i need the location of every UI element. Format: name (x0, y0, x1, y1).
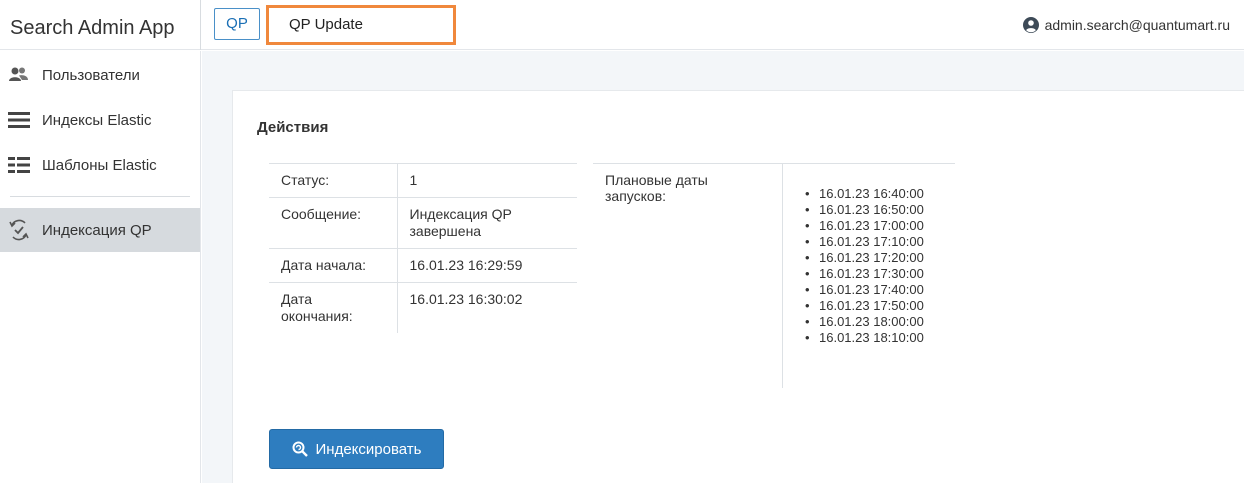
schedule-box: 16.01.23 16:40:00 16.01.23 16:50:00 16.0… (782, 163, 955, 388)
sidebar-item-label: Пользователи (42, 66, 140, 84)
list-item: 16.01.23 17:20:00 (805, 250, 924, 266)
list-item: 16.01.23 17:50:00 (805, 298, 924, 314)
sidebar-item-users[interactable]: Пользователи (0, 53, 200, 97)
list-item: 16.01.23 16:40:00 (805, 186, 924, 202)
sidebar: Пользователи Индексы Elastic Шаблоны Ela… (0, 51, 201, 483)
schedule-list: 16.01.23 16:40:00 16.01.23 16:50:00 16.0… (805, 186, 924, 346)
table-row: Дата начала: 16.01.23 16:29:59 (269, 248, 577, 283)
start-date-key: Дата начала: (269, 248, 398, 283)
index-button-label: Индексировать (315, 440, 422, 458)
status-key: Статус: (269, 163, 398, 198)
status-value: 1 (397, 163, 577, 198)
top-bar: Search Admin App QP QP Update admin.sear… (0, 0, 1244, 50)
status-table: Статус: 1 Сообщение: Индексация QP завер… (269, 163, 577, 333)
table-row: Статус: 1 (269, 163, 577, 198)
search-refresh-icon (292, 441, 308, 457)
list-item: 16.01.23 17:30:00 (805, 266, 924, 282)
sidebar-item-elastic-templates[interactable]: Шаблоны Elastic (0, 143, 200, 187)
user-circle-icon (1022, 17, 1039, 33)
sidebar-item-label: Шаблоны Elastic (42, 156, 157, 174)
end-date-key: Дата окончания: (269, 282, 398, 333)
start-date-value: 16.01.23 16:29:59 (397, 248, 577, 283)
template-list-icon (8, 154, 30, 176)
sidebar-item-label: Индексы Elastic (42, 111, 152, 129)
table-row: Сообщение: Индексация QP завершена (269, 197, 577, 249)
sync-check-icon (8, 219, 30, 241)
tab-qp[interactable]: QP (214, 8, 260, 40)
index-button[interactable]: Индексировать (269, 429, 444, 469)
list-icon (8, 109, 30, 131)
schedule-label: Плановые даты запусков: (593, 163, 783, 388)
users-icon (8, 64, 30, 86)
list-item: 16.01.23 18:00:00 (805, 314, 924, 330)
user-email: admin.search@quantumart.ru (1044, 17, 1230, 33)
table-row: Дата окончания: 16.01.23 16:30:02 (269, 282, 577, 333)
sidebar-item-elastic-indexes[interactable]: Индексы Elastic (0, 98, 200, 142)
end-date-value: 16.01.23 16:30:02 (397, 282, 577, 333)
section-title: Действия (257, 119, 329, 136)
list-item: 16.01.23 17:40:00 (805, 282, 924, 298)
message-value: Индексация QP завершена (397, 197, 577, 249)
list-item: 16.01.23 17:10:00 (805, 234, 924, 250)
user-menu[interactable]: admin.search@quantumart.ru (1022, 17, 1230, 33)
list-item: 16.01.23 16:50:00 (805, 202, 924, 218)
list-item: 16.01.23 18:10:00 (805, 330, 924, 346)
message-key: Сообщение: (269, 197, 398, 249)
brand-divider (200, 0, 201, 50)
sidebar-item-label: Индексация QP (42, 221, 152, 239)
sidebar-divider (10, 196, 190, 197)
tab-qp-update[interactable]: QP Update (266, 5, 456, 45)
sidebar-item-qp-indexing[interactable]: Индексация QP (0, 208, 200, 252)
list-item: 16.01.23 17:00:00 (805, 218, 924, 234)
actions-card: Действия Статус: 1 Сообщение: Индексация… (232, 90, 1244, 483)
app-title: Search Admin App (10, 17, 175, 39)
